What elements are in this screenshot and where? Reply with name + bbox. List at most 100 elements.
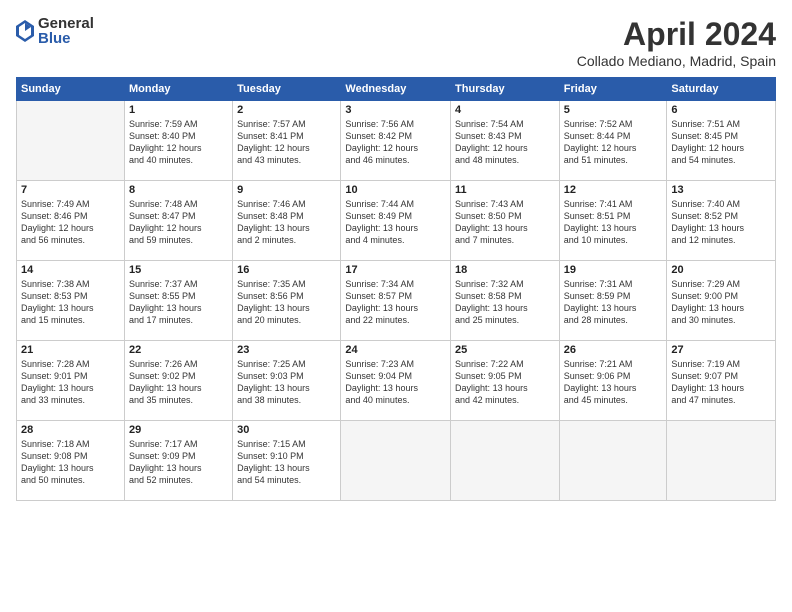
day-number: 28 (21, 424, 120, 436)
day-number: 9 (237, 184, 336, 196)
day-number: 18 (455, 264, 555, 276)
logo-text: General Blue (38, 16, 94, 46)
title-block: April 2024 Collado Mediano, Madrid, Spai… (577, 16, 776, 69)
day-number: 1 (129, 104, 228, 116)
day-number: 15 (129, 264, 228, 276)
day-info: Sunrise: 7:40 AM Sunset: 8:52 PM Dayligh… (671, 198, 771, 247)
day-number: 17 (345, 264, 446, 276)
day-number: 4 (455, 104, 555, 116)
page-header: General Blue April 2024 Collado Mediano,… (16, 16, 776, 69)
day-info: Sunrise: 7:28 AM Sunset: 9:01 PM Dayligh… (21, 358, 120, 407)
day-info: Sunrise: 7:26 AM Sunset: 9:02 PM Dayligh… (129, 358, 228, 407)
day-info: Sunrise: 7:51 AM Sunset: 8:45 PM Dayligh… (671, 118, 771, 167)
day-number: 29 (129, 424, 228, 436)
week-row-2: 7 Sunrise: 7:49 AM Sunset: 8:46 PM Daylig… (17, 181, 776, 261)
day-info: Sunrise: 7:15 AM Sunset: 9:10 PM Dayligh… (237, 438, 336, 487)
calendar-cell: 24Sunrise: 7:23 AM Sunset: 9:04 PM Dayli… (341, 341, 451, 421)
weekday-header-tuesday: Tuesday (233, 78, 341, 101)
weekday-header-thursday: Thursday (451, 78, 560, 101)
day-number: 14 (21, 264, 120, 276)
calendar-cell: 29 Sunrise: 7:17 AM Sunset: 9:09 PM Dayli… (124, 421, 232, 501)
calendar-cell: 16 Sunrise: 7:35 AM Sunset: 8:56 PM Dayli… (233, 261, 341, 341)
week-row-4: 21Sunrise: 7:28 AM Sunset: 9:01 PM Dayli… (17, 341, 776, 421)
day-number: 16 (237, 264, 336, 276)
calendar-cell: 15 Sunrise: 7:37 AM Sunset: 8:55 PM Dayli… (124, 261, 232, 341)
day-number: 2 (237, 104, 336, 116)
logo-icon (16, 20, 34, 42)
day-number: 3 (345, 104, 446, 116)
weekday-header-sunday: Sunday (17, 78, 125, 101)
day-info: Sunrise: 7:43 AM Sunset: 8:50 PM Dayligh… (455, 198, 555, 247)
logo-general: General (38, 16, 94, 31)
calendar-table: SundayMondayTuesdayWednesdayThursdayFrid… (16, 77, 776, 501)
calendar-cell: 13Sunrise: 7:40 AM Sunset: 8:52 PM Dayli… (667, 181, 776, 261)
calendar-cell: 12 Sunrise: 7:41 AM Sunset: 8:51 PM Dayli… (559, 181, 667, 261)
day-info: Sunrise: 7:35 AM Sunset: 8:56 PM Dayligh… (237, 278, 336, 327)
calendar-cell (667, 421, 776, 501)
calendar-cell: 19 Sunrise: 7:31 AM Sunset: 8:59 PM Dayli… (559, 261, 667, 341)
day-number: 7 (21, 184, 120, 196)
day-number: 24 (345, 344, 446, 356)
location-title: Collado Mediano, Madrid, Spain (577, 53, 776, 69)
day-number: 30 (237, 424, 336, 436)
day-number: 5 (564, 104, 663, 116)
day-number: 23 (237, 344, 336, 356)
day-info: Sunrise: 7:31 AM Sunset: 8:59 PM Dayligh… (564, 278, 663, 327)
day-number: 12 (564, 184, 663, 196)
weekday-header-saturday: Saturday (667, 78, 776, 101)
day-info: Sunrise: 7:52 AM Sunset: 8:44 PM Dayligh… (564, 118, 663, 167)
calendar-cell: 6 Sunrise: 7:51 AM Sunset: 8:45 PM Daylig… (667, 101, 776, 181)
calendar-cell: 11 Sunrise: 7:43 AM Sunset: 8:50 PM Dayli… (451, 181, 560, 261)
calendar-cell: 7 Sunrise: 7:49 AM Sunset: 8:46 PM Daylig… (17, 181, 125, 261)
calendar-page: General Blue April 2024 Collado Mediano,… (0, 0, 792, 612)
day-info: Sunrise: 7:32 AM Sunset: 8:58 PM Dayligh… (455, 278, 555, 327)
day-info: Sunrise: 7:48 AM Sunset: 8:47 PM Dayligh… (129, 198, 228, 247)
calendar-cell (17, 101, 125, 181)
calendar-cell: 17 Sunrise: 7:34 AM Sunset: 8:57 PM Dayli… (341, 261, 451, 341)
weekday-header-wednesday: Wednesday (341, 78, 451, 101)
weekday-header-row: SundayMondayTuesdayWednesdayThursdayFrid… (17, 78, 776, 101)
day-info: Sunrise: 7:17 AM Sunset: 9:09 PM Dayligh… (129, 438, 228, 487)
month-title: April 2024 (577, 16, 776, 53)
calendar-cell (559, 421, 667, 501)
calendar-cell: 4 Sunrise: 7:54 AM Sunset: 8:43 PM Daylig… (451, 101, 560, 181)
day-info: Sunrise: 7:56 AM Sunset: 8:42 PM Dayligh… (345, 118, 446, 167)
day-number: 27 (671, 344, 771, 356)
calendar-cell (341, 421, 451, 501)
calendar-cell: 23 Sunrise: 7:25 AM Sunset: 9:03 PM Dayli… (233, 341, 341, 421)
day-info: Sunrise: 7:37 AM Sunset: 8:55 PM Dayligh… (129, 278, 228, 327)
week-row-1: 1 Sunrise: 7:59 AM Sunset: 8:40 PM Daylig… (17, 101, 776, 181)
week-row-3: 14 Sunrise: 7:38 AM Sunset: 8:53 PM Dayli… (17, 261, 776, 341)
day-info: Sunrise: 7:59 AM Sunset: 8:40 PM Dayligh… (129, 118, 228, 167)
calendar-cell: 28 Sunrise: 7:18 AM Sunset: 9:08 PM Dayli… (17, 421, 125, 501)
calendar-cell: 5 Sunrise: 7:52 AM Sunset: 8:44 PM Daylig… (559, 101, 667, 181)
calendar-cell: 9 Sunrise: 7:46 AM Sunset: 8:48 PM Daylig… (233, 181, 341, 261)
day-number: 8 (129, 184, 228, 196)
calendar-cell: 18 Sunrise: 7:32 AM Sunset: 8:58 PM Dayli… (451, 261, 560, 341)
day-info: Sunrise: 7:44 AM Sunset: 8:49 PM Dayligh… (345, 198, 446, 247)
day-number: 19 (564, 264, 663, 276)
day-info: Sunrise: 7:25 AM Sunset: 9:03 PM Dayligh… (237, 358, 336, 407)
day-info: Sunrise: 7:41 AM Sunset: 8:51 PM Dayligh… (564, 198, 663, 247)
day-info: Sunrise: 7:34 AM Sunset: 8:57 PM Dayligh… (345, 278, 446, 327)
calendar-cell: 2 Sunrise: 7:57 AM Sunset: 8:41 PM Daylig… (233, 101, 341, 181)
day-info: Sunrise: 7:57 AM Sunset: 8:41 PM Dayligh… (237, 118, 336, 167)
day-number: 22 (129, 344, 228, 356)
day-number: 6 (671, 104, 771, 116)
calendar-cell: 1 Sunrise: 7:59 AM Sunset: 8:40 PM Daylig… (124, 101, 232, 181)
day-info: Sunrise: 7:38 AM Sunset: 8:53 PM Dayligh… (21, 278, 120, 327)
day-info: Sunrise: 7:18 AM Sunset: 9:08 PM Dayligh… (21, 438, 120, 487)
calendar-cell: 20Sunrise: 7:29 AM Sunset: 9:00 PM Dayli… (667, 261, 776, 341)
day-info: Sunrise: 7:19 AM Sunset: 9:07 PM Dayligh… (671, 358, 771, 407)
day-info: Sunrise: 7:54 AM Sunset: 8:43 PM Dayligh… (455, 118, 555, 167)
calendar-cell: 22 Sunrise: 7:26 AM Sunset: 9:02 PM Dayli… (124, 341, 232, 421)
day-info: Sunrise: 7:49 AM Sunset: 8:46 PM Dayligh… (21, 198, 120, 247)
day-number: 11 (455, 184, 555, 196)
calendar-cell: 26Sunrise: 7:21 AM Sunset: 9:06 PM Dayli… (559, 341, 667, 421)
day-info: Sunrise: 7:46 AM Sunset: 8:48 PM Dayligh… (237, 198, 336, 247)
day-info: Sunrise: 7:29 AM Sunset: 9:00 PM Dayligh… (671, 278, 771, 327)
calendar-cell: 8 Sunrise: 7:48 AM Sunset: 8:47 PM Daylig… (124, 181, 232, 261)
day-info: Sunrise: 7:22 AM Sunset: 9:05 PM Dayligh… (455, 358, 555, 407)
calendar-cell: 30 Sunrise: 7:15 AM Sunset: 9:10 PM Dayli… (233, 421, 341, 501)
calendar-cell: 21Sunrise: 7:28 AM Sunset: 9:01 PM Dayli… (17, 341, 125, 421)
